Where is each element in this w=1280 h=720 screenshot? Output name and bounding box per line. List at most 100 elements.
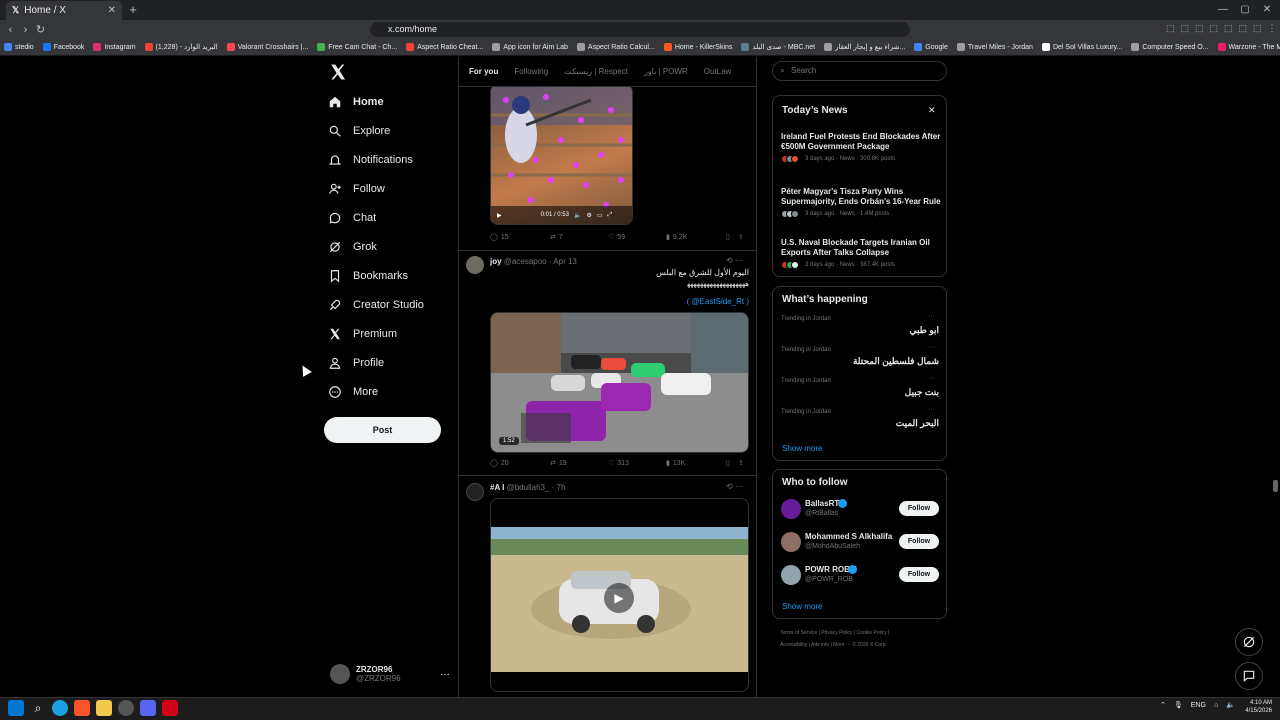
repost-button[interactable]: ⇄ 19 <box>550 459 608 468</box>
tweet-menu-icons[interactable]: ⟲ ··· <box>726 482 743 491</box>
more-dots-icon[interactable]: ··· <box>928 375 935 382</box>
tweet-video[interactable]: ▶ <box>490 498 749 692</box>
follow-button[interactable]: Follow <box>899 501 939 516</box>
address-bar[interactable]: x.com/home <box>370 22 910 37</box>
more-dots-icon[interactable]: ··· <box>928 344 935 351</box>
maximize-button[interactable]: ▢ <box>1236 3 1254 17</box>
follow-suggestion-handle[interactable]: @MohdAbuSaleh <box>805 543 860 550</box>
bookmark-item[interactable]: Aspect Ratio Calcul... <box>576 43 655 51</box>
follow-button[interactable]: Follow <box>899 567 939 582</box>
scrollbar[interactable] <box>1273 480 1278 492</box>
sidebar-item-home[interactable]: Home <box>328 90 384 114</box>
pip-icon[interactable]: ▭ <box>597 212 603 219</box>
bookmark-item[interactable]: Warzone - The Most... <box>1217 43 1280 51</box>
bookmark-item[interactable]: App icon for Aim Lab <box>492 43 568 51</box>
reply-button[interactable]: ◯ 20 <box>490 459 550 468</box>
views-button[interactable]: ▮ 13K <box>666 459 726 468</box>
mic-icon[interactable]: 🎙 <box>1174 701 1183 709</box>
avatar[interactable] <box>466 483 484 501</box>
follow-button[interactable]: Follow <box>899 534 939 549</box>
follow-suggestion-handle[interactable]: @POWR_ROB <box>805 576 853 583</box>
trend-name[interactable]: ابو طبي <box>800 325 939 336</box>
steam-icon[interactable] <box>118 700 134 716</box>
account-switcher[interactable]: ZRZOR96 @ZRZOR96 ··· <box>330 662 450 686</box>
like-button[interactable]: ♡ 313 <box>608 459 666 468</box>
follow-suggestion-handle[interactable]: @RtBallas <box>805 510 838 517</box>
language-indicator[interactable]: ENG <box>1191 702 1206 709</box>
bookmark-item[interactable]: Google <box>914 43 948 51</box>
new-tab-button[interactable]: + <box>126 2 140 18</box>
grok-button[interactable] <box>1235 628 1263 656</box>
minimize-button[interactable]: — <box>1214 3 1232 17</box>
trend-name[interactable]: بنت جبيل <box>800 387 939 398</box>
bookmark-item[interactable]: Computer Speed O... <box>1131 43 1209 51</box>
sidebar-item-grok[interactable]: Grok <box>328 235 377 259</box>
avatar[interactable] <box>781 532 801 552</box>
trend-name[interactable]: شمال فلسطين المحتلة <box>800 356 939 367</box>
sidebar-item-premium[interactable]: Premium <box>328 322 397 346</box>
close-icon[interactable]: ✕ <box>928 105 936 116</box>
file-explorer-icon[interactable] <box>96 700 112 716</box>
follow-suggestion-name[interactable]: Mohammed S Alkhalifa <box>805 532 892 541</box>
tab-close-icon[interactable]: ✕ <box>108 5 116 16</box>
news-headline[interactable]: Péter Magyar's Tisza Party Wins Supermaj… <box>781 187 941 207</box>
bookmark-item[interactable]: Del Sol Villas Luxury... <box>1041 43 1122 51</box>
search-input[interactable]: Search <box>772 61 947 81</box>
bookmark-item[interactable]: Free Cam Chat - Ch... <box>317 43 397 51</box>
clock[interactable]: 4:10 AM 4/15/2026 <box>1240 699 1272 715</box>
bookmark-item[interactable]: Facebook <box>42 43 84 51</box>
follow-suggestion-name[interactable]: BallasRT <box>805 499 839 508</box>
sidebar-item-bookmarks[interactable]: Bookmarks <box>328 264 408 288</box>
like-button[interactable]: ♡ 59 <box>608 233 666 242</box>
bookmark-item[interactable]: البريد الوارد - (1,228) <box>144 43 218 51</box>
bookmark-item[interactable]: Aspect Ratio Cheat... <box>406 43 483 51</box>
bookmark-item[interactable]: صدى البلد - MBC.net <box>741 43 815 51</box>
news-headline[interactable]: Ireland Fuel Protests End Blockades Afte… <box>781 132 941 152</box>
play-icon[interactable]: ▶ <box>497 212 502 219</box>
bookmark-item[interactable]: Travel Miles - Jordan <box>956 43 1033 51</box>
bookmark-tweet-icon[interactable]: ▯ <box>726 459 730 467</box>
tab-1[interactable]: Following <box>506 67 556 76</box>
back-icon[interactable]: ‹ <box>3 24 18 36</box>
tweet-video[interactable]: ▶ 0:01 / 0:53 🔈 ⚙ ▭ ⤢ <box>490 84 633 225</box>
brave-icon[interactable] <box>74 700 90 716</box>
volume-icon[interactable]: 🔈 <box>1226 701 1235 709</box>
chevron-up-icon[interactable]: ⌃ <box>1160 701 1166 709</box>
extension-icons[interactable]: ⬚⬚⬚⬚⬚⬚⬚⋮ <box>1166 23 1280 34</box>
avatar[interactable] <box>781 565 801 585</box>
bookmark-item[interactable]: Home - KillerSkins <box>663 43 732 51</box>
tweet-author-name[interactable]: joy <box>490 257 502 266</box>
browser-tab[interactable]: 𝕏 Home / X ✕ <box>6 1 122 20</box>
avatar[interactable] <box>466 256 484 274</box>
tweet-video[interactable]: 1:52 <box>490 312 749 453</box>
repost-button[interactable]: ⇄ 7 <box>550 233 608 242</box>
discord-icon[interactable] <box>140 700 156 716</box>
footer-links[interactable]: Terms of Service | Privacy Policy | Cook… <box>780 630 889 636</box>
share-icon[interactable]: ⇪ <box>738 459 744 467</box>
share-icon[interactable]: ⇪ <box>738 233 744 241</box>
sidebar-item-notifications[interactable]: Notifications <box>328 148 413 172</box>
tab-3[interactable]: باور | POWR <box>636 67 696 76</box>
tweet-date[interactable]: Apr 13 <box>553 257 577 266</box>
sidebar-item-profile[interactable]: Profile <box>328 351 384 375</box>
network-icon[interactable]: ⌂ <box>1214 702 1218 709</box>
tweet-mention[interactable]: ( @EastSide_Rt ) <box>560 297 749 306</box>
sidebar-item-chat[interactable]: Chat <box>328 206 376 230</box>
reload-icon[interactable]: ↻ <box>33 23 48 36</box>
views-button[interactable]: ▮ 9.2K <box>666 233 726 242</box>
x-logo-icon[interactable] <box>328 62 348 82</box>
app-icon[interactable] <box>162 700 178 716</box>
volume-icon[interactable]: 🔈 <box>574 212 581 219</box>
tab-0[interactable]: For you <box>459 67 506 76</box>
play-icon[interactable]: ▶ <box>604 583 634 613</box>
trend-name[interactable]: البحر الميت <box>800 418 939 429</box>
messages-button[interactable] <box>1235 662 1263 690</box>
tab-4[interactable]: OutLaw <box>696 67 740 76</box>
bookmark-item[interactable]: Valorant Crosshairs |... <box>226 43 308 51</box>
sidebar-item-explore[interactable]: Explore <box>328 119 390 143</box>
close-window-button[interactable]: ✕ <box>1258 3 1276 17</box>
sidebar-item-creator-studio[interactable]: Creator Studio <box>328 293 424 317</box>
post-button[interactable]: Post <box>324 417 441 443</box>
fullscreen-icon[interactable]: ⤢ <box>608 212 613 219</box>
tweet-author-handle[interactable]: @bdullah3_ <box>507 483 550 492</box>
